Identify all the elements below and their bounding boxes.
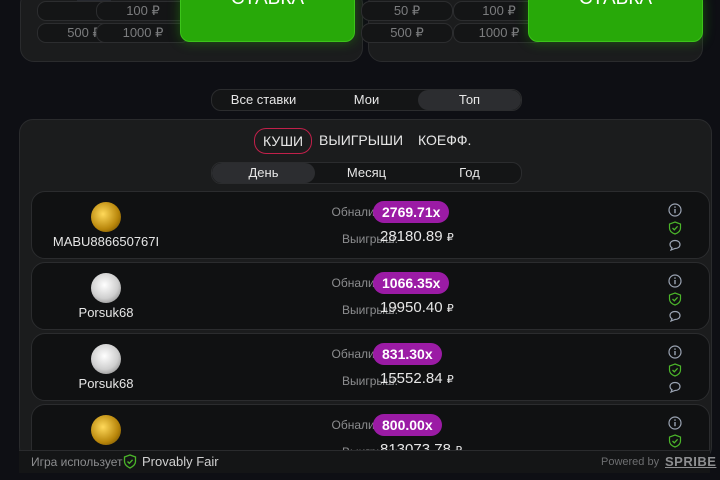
avatar (91, 415, 121, 445)
username: Porsuk68 (78, 305, 134, 320)
multiplier-badge: 2769.71x (373, 201, 450, 223)
info-icon[interactable] (668, 274, 682, 288)
tab-year[interactable]: Год (418, 163, 521, 183)
chat-icon[interactable] (668, 238, 682, 252)
currency: ₽ (446, 374, 454, 386)
win-value: 15552.84 (380, 370, 443, 387)
powered-by-text: Powered by (601, 456, 660, 468)
amount-chip-1000[interactable]: 1000 ₽ (96, 23, 190, 43)
shield-check-icon[interactable] (668, 434, 682, 448)
list-item: Porsuk68 Обналичил: 831.30x Выигрыш: 155… (31, 333, 710, 401)
tab-month[interactable]: Месяц (315, 163, 418, 183)
place-bet-label: СТАВКА (579, 0, 652, 9)
place-bet-button[interactable]: СТАВКА (180, 0, 355, 42)
list-item: Porsuk68 Обналичил: 1066.35x Выигрыш: 19… (31, 262, 710, 330)
filter-jackpots[interactable]: КУШИ (254, 128, 313, 154)
tab-all-bets[interactable]: Все ставки (212, 90, 315, 110)
multiplier-badge: 1066.35x (373, 272, 450, 294)
win-value: 19950.40 (380, 299, 443, 316)
win-label: Выигрыш: (342, 232, 398, 246)
info-icon[interactable] (668, 203, 682, 217)
username: MABU886650767I (52, 234, 160, 249)
bet-panel-left: 100 ₽ 500 ₽ 1000 ₽ СТАВКА (20, 0, 363, 62)
win-value: 28180.89 (380, 228, 443, 245)
amount-chip-500[interactable]: 500 ₽ (361, 23, 453, 43)
win-amount: 15552.84 ₽ (380, 370, 454, 387)
multiplier-badge: 831.30x (373, 343, 442, 365)
win-label: Выигрыш: (342, 303, 398, 317)
period-tabs: День Месяц Год (211, 162, 522, 184)
avatar (91, 202, 121, 232)
username: Porsuk68 (78, 376, 134, 391)
bets-tabs: Все ставки Мои Топ (211, 89, 522, 111)
shield-check-icon[interactable] (668, 292, 682, 306)
win-amount: 28180.89 ₽ (380, 228, 454, 245)
info-icon[interactable] (668, 416, 682, 430)
tab-top[interactable]: Топ (418, 90, 521, 110)
tab-my-bets[interactable]: Мои (315, 90, 418, 110)
shield-check-icon[interactable] (668, 363, 682, 377)
bet-panel-right: 50 ₽ 100 ₽ 500 ₽ 1000 ₽ СТАВКА (361, 0, 703, 62)
currency: ₽ (446, 232, 454, 244)
avatar (91, 344, 121, 374)
place-bet-label: СТАВКА (231, 0, 304, 9)
spribe-logo[interactable]: SPRIBE (665, 454, 716, 469)
chat-icon[interactable] (668, 380, 682, 394)
shield-check-icon[interactable] (668, 221, 682, 235)
avatar (91, 273, 121, 303)
amount-chip-100[interactable]: 100 ₽ (96, 1, 190, 21)
provably-fair-link[interactable]: Provably Fair (142, 454, 219, 469)
info-icon[interactable] (668, 345, 682, 359)
filter-multipliers[interactable]: КОЕФФ. (410, 128, 479, 152)
footer-uses-text: Игра использует (31, 455, 123, 469)
footer: Игра использует Provably Fair Powered by… (19, 450, 716, 473)
provably-fair-shield-icon (123, 454, 137, 472)
chat-icon[interactable] (668, 309, 682, 323)
filter-wins[interactable]: ВЫИГРЫШИ (311, 128, 411, 152)
win-amount: 19950.40 ₽ (380, 299, 454, 316)
list-item: MABU886650767I Обналичил: 2769.71x Выигр… (31, 191, 710, 259)
multiplier-badge: 800.00x (373, 414, 442, 436)
win-label: Выигрыш: (342, 374, 398, 388)
tab-day[interactable]: День (212, 163, 315, 183)
place-bet-button[interactable]: СТАВКА (528, 0, 703, 42)
amount-chip-50[interactable]: 50 ₽ (361, 1, 453, 21)
currency: ₽ (446, 303, 454, 315)
